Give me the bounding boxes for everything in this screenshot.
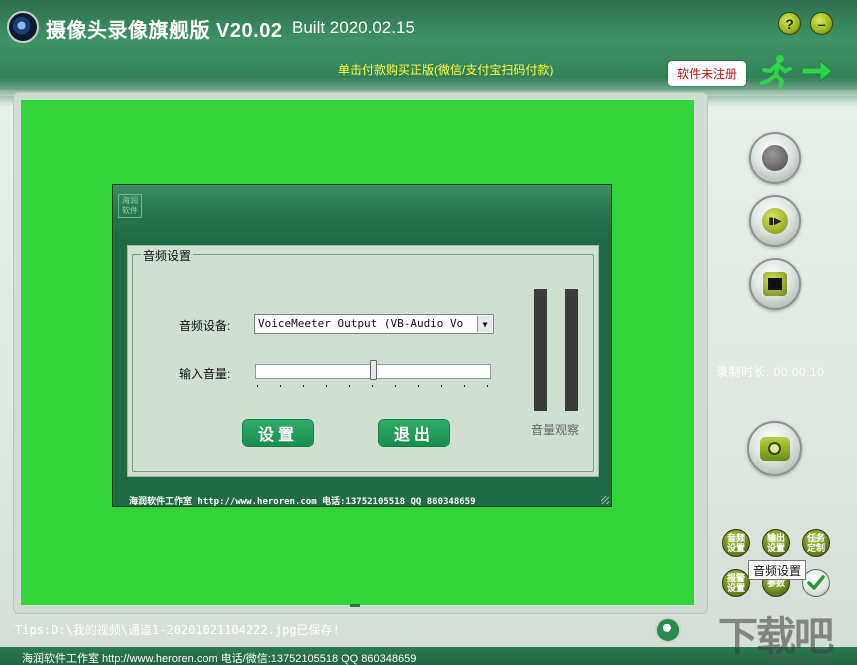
dialog-header <box>113 185 611 237</box>
camera-lens-icon <box>7 11 39 43</box>
unregistered-badge[interactable]: 软件未注册 <box>668 61 746 86</box>
record-icon <box>762 145 788 171</box>
record-button[interactable] <box>749 132 801 184</box>
slider-tick <box>418 385 419 387</box>
slider-tick <box>395 385 396 387</box>
exit-runner-icon[interactable] <box>758 53 794 89</box>
volume-meter-right <box>565 289 578 411</box>
resize-grip[interactable] <box>601 496 609 504</box>
exit-button[interactable]: 退出 <box>379 420 449 446</box>
dialog-logo-stamp: 海润软件 <box>118 194 142 218</box>
status-bar-text: 海润软件工作室 http://www.heroren.com 电话/微信:137… <box>22 653 417 665</box>
build-date: Built 2020.02.15 <box>292 18 415 37</box>
volume-meter-label: 音量观察 <box>531 423 580 437</box>
audio-settings-button[interactable]: 音频设置 <box>722 529 750 557</box>
audio-device-label: 音频设备: <box>179 319 231 333</box>
purchase-link[interactable]: 单击付款购买正版(微信/支付宝扫码付款) <box>338 61 553 78</box>
task-schedule-button[interactable]: 任务定制 <box>802 529 830 557</box>
input-volume-label: 输入音量: <box>179 367 231 381</box>
slider-tick <box>349 385 350 387</box>
slider-tick <box>303 385 304 387</box>
stop-icon <box>763 272 787 296</box>
slider-tick <box>280 385 281 387</box>
set-button[interactable]: 设置 <box>243 420 313 446</box>
checkmark-icon <box>807 575 825 590</box>
dialog-footer: 海润软件工作室 http://www.heroren.com 电话:137521… <box>129 497 476 507</box>
snapshot-button[interactable] <box>747 421 802 476</box>
gear-icon[interactable] <box>655 617 681 643</box>
record-duration: 录制时长: 00:00:10 <box>716 365 825 379</box>
slider-tick <box>257 385 258 387</box>
alarm-settings-button[interactable]: 报警设置 <box>722 569 750 597</box>
help-button[interactable]: ? <box>778 12 801 35</box>
slider-tick <box>464 385 465 387</box>
stop-button[interactable] <box>749 258 801 310</box>
minimize-button[interactable]: – <box>810 12 833 35</box>
preview-resize-handle[interactable] <box>350 604 360 607</box>
audio-device-select[interactable]: VoiceMeeter Output (VB-Audio Vo ▼ <box>254 314 494 334</box>
volume-slider-thumb[interactable] <box>369 360 377 380</box>
volume-meter-left <box>534 289 547 411</box>
audio-settings-dialog: 海润软件 音频设置 音频设备: VoiceMeeter Output (VB-A… <box>112 184 612 507</box>
confirm-button[interactable] <box>802 569 830 597</box>
slider-tick <box>326 385 327 387</box>
camera-icon <box>759 436 790 461</box>
group-title: 音频设置 <box>141 247 194 264</box>
slider-tick <box>487 385 488 387</box>
pause-button[interactable]: ▮▶ <box>749 195 801 247</box>
slider-tick <box>441 385 442 387</box>
dialog-body: 音频设置 音频设备: VoiceMeeter Output (VB-Audio … <box>127 245 599 477</box>
audio-settings-group: 音频设置 音频设备: VoiceMeeter Output (VB-Audio … <box>132 247 594 472</box>
tooltip: 音频设置 <box>748 560 807 580</box>
tips-message: Tips:D:\我的视频\通道1-20201021104222.jpg已保存! <box>15 623 340 637</box>
app-title: 摄像头录像旗舰版 V20.02 <box>46 20 283 42</box>
audio-device-value: VoiceMeeter Output (VB-Audio Vo <box>258 317 464 330</box>
slider-tick <box>372 385 373 387</box>
chevron-down-icon[interactable]: ▼ <box>477 316 492 332</box>
output-settings-button[interactable]: 输出设置 <box>762 529 790 557</box>
watermark-url: www.xiazaiba.com <box>766 654 832 663</box>
arrow-right-icon[interactable] <box>800 58 834 84</box>
pause-icon: ▮▶ <box>762 208 788 234</box>
